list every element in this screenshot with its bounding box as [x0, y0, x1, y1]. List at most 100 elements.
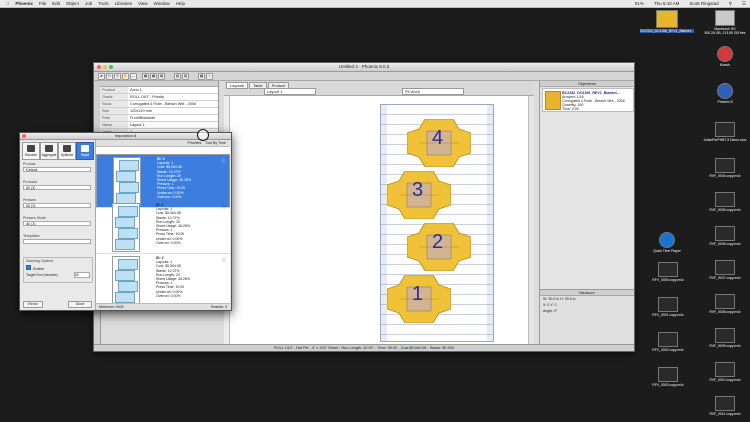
property-row[interactable]: Size 120x120 mm: [100, 108, 218, 115]
press-sheet[interactable]: 4 3 2 1: [380, 104, 494, 342]
desktop-app-phoenix[interactable]: Phoenix 8: [705, 83, 745, 104]
menu-view[interactable]: View: [138, 1, 148, 6]
main-window-titlebar[interactable]: Untitled 3 - Phoenix 8.0.3: [94, 63, 634, 72]
desktop-file-top[interactable]: BC2332_DC4156_REV1_Blanket...: [640, 10, 694, 33]
zoom-tool-icon[interactable]: ⚲: [114, 73, 121, 80]
enable-checkbox[interactable]: Enable: [24, 264, 92, 272]
mode-rapid-button[interactable]: Rapid: [76, 142, 94, 160]
desktop-video-file[interactable]: RVF_0007 copy.m4v: [704, 260, 746, 280]
menu-tools[interactable]: Tools: [98, 1, 109, 6]
layers-tool-icon[interactable]: ▤: [158, 73, 165, 80]
layout-piece[interactable]: 3: [386, 170, 452, 220]
property-value[interactable]: Front/Backside: [128, 115, 218, 121]
property-value[interactable]: Layout 1: [128, 122, 218, 128]
desktop-video-file[interactable]: RVF_0006 copy.m4v: [704, 226, 746, 246]
select-tool-icon[interactable]: ⬈: [98, 73, 105, 80]
tab-layouts[interactable]: Layouts: [226, 82, 249, 89]
align-tool-icon[interactable]: ▦: [142, 73, 149, 80]
desktop-app-munch[interactable]: Munch: [705, 46, 745, 67]
measure-row[interactable]: Angle: 0°: [540, 308, 634, 314]
info-icon[interactable]: ⓘ: [222, 204, 226, 210]
result-row[interactable]: ID: 2 Layouts: 1 Cost: $5,064.08 Waste: …: [96, 254, 230, 307]
desktop-video-file[interactable]: RFV_0002 copy.m4v: [648, 332, 688, 352]
desktop-video-file[interactable]: RVF_0005 copy.m4v: [704, 192, 746, 212]
target-run-input[interactable]: 60: [74, 272, 90, 278]
zoom-window-icon[interactable]: [109, 65, 113, 69]
measure-tool-icon[interactable]: ↔: [130, 73, 137, 80]
menu-edit[interactable]: Edit: [52, 1, 60, 6]
video-thumbnail-icon: [658, 262, 678, 277]
canvas-scrollbar[interactable]: [528, 96, 534, 344]
apple-icon[interactable]: : [6, 1, 9, 6]
layout-canvas[interactable]: 4 3 2 1: [224, 96, 534, 344]
desktop-video-file[interactable]: RVF_0010 copy.m4v: [704, 362, 746, 382]
menu-libraries[interactable]: Libraries: [115, 1, 132, 6]
property-row[interactable]: Path Front/Backside: [100, 115, 218, 122]
battery-status[interactable]: 91%: [635, 1, 644, 6]
mode-aggregate-button[interactable]: Aggregate: [40, 142, 58, 160]
property-row[interactable]: Grade ROLL OUT - Priority: [100, 94, 218, 101]
desktop-video-file[interactable]: RVF_0004 copy.m4v: [704, 158, 746, 178]
property-value[interactable]: 120x120 mm: [128, 108, 218, 114]
info-icon[interactable]: ⓘ: [221, 158, 225, 163]
menu-help[interactable]: Help: [176, 1, 185, 6]
layout-piece[interactable]: 2: [406, 222, 472, 272]
layout-piece[interactable]: 4: [406, 118, 472, 168]
layout-select[interactable]: Layout 1: [264, 88, 316, 95]
menu-window[interactable]: Window: [154, 1, 170, 6]
desktop-video-file[interactable]: RFV_0000 copy.m4v: [648, 262, 688, 282]
minimize-window-icon[interactable]: [103, 65, 107, 69]
menu-file[interactable]: File: [39, 1, 46, 6]
desktop-video-file[interactable]: RVF_0008 copy.m4v: [704, 294, 746, 314]
marks-tool-icon[interactable]: ▪: [206, 73, 213, 80]
property-value[interactable]: Zone 1: [128, 87, 218, 93]
search-icon[interactable]: ⚲: [729, 1, 732, 7]
desktop-video-file[interactable]: RVF_0011 copy.m4v: [704, 396, 746, 416]
objective-item[interactable]: BC2332_DC4156_REV1_Blanket... Arrayed: 1…: [542, 88, 634, 112]
video-thumbnail-icon: [658, 367, 678, 382]
rerun-button[interactable]: Rerun: [23, 301, 43, 308]
menu-list-icon[interactable]: ☰: [742, 1, 746, 7]
desktop-app-quicktime[interactable]: Quick Time Player: [645, 232, 689, 253]
close-window-icon[interactable]: [22, 134, 26, 138]
result-row[interactable]: ID: 1 Layouts: 1 Cost: $5,064.08 Waste: …: [96, 201, 230, 254]
priorities-select[interactable]: Priorities: [187, 141, 201, 145]
result-row[interactable]: ID: 3 Layouts: 1 Cost: $5,064.08 Waste: …: [96, 154, 230, 208]
info-icon[interactable]: ⓘ: [222, 257, 226, 263]
grid-tool-icon[interactable]: ▦: [150, 73, 157, 80]
menu-job[interactable]: Job: [85, 1, 92, 6]
nest-tool-icon[interactable]: ▩: [198, 73, 205, 80]
done-button[interactable]: Done: [68, 301, 92, 308]
thumb-piece: [118, 228, 138, 239]
result-info: ID: 1 Layouts: 1 Cost: $5,064.08 Waste: …: [156, 203, 190, 245]
product-select[interactable]: Default: [23, 167, 91, 172]
property-value[interactable]: ROLL OUT - Priority: [128, 94, 218, 100]
hand-tool-icon[interactable]: ✋: [122, 73, 129, 80]
rotate-tool-icon[interactable]: ↻: [106, 73, 113, 80]
desktop-video-file[interactable]: RFV_0003 copy.m4v: [648, 367, 688, 387]
templates-select[interactable]: [23, 239, 91, 244]
presses-select[interactable]: All (3): [23, 203, 91, 208]
desktop-drive[interactable]: Macintosh HD 500.28 GB, 213.59 GB free: [700, 10, 750, 35]
view-select[interactable]: Fit Work: [402, 88, 464, 95]
user-name[interactable]: Scott Ringstad: [689, 1, 718, 6]
property-row[interactable]: Name Layout 1: [100, 122, 218, 129]
sort-select[interactable]: Sort By Time: [205, 141, 226, 145]
layout-piece[interactable]: 1: [386, 274, 452, 324]
close-window-icon[interactable]: [97, 65, 101, 69]
desktop-video-file[interactable]: RVF_0009 copy.m4v: [704, 328, 746, 348]
property-value[interactable]: Corrugated 4 Flute - Bleach Wht - 200#: [128, 101, 218, 107]
clock[interactable]: Thu 6:43 AM: [654, 1, 680, 6]
mode-random-button[interactable]: Random: [22, 142, 40, 160]
desktop-video-file[interactable]: JulianFerPHB7.5 Demo.mov: [702, 122, 748, 142]
menu-object[interactable]: Object: [66, 1, 79, 6]
arrange-tool-icon[interactable]: ▧: [174, 73, 181, 80]
property-row[interactable]: Stock Corrugated 4 Flute - Bleach Wht - 2…: [100, 101, 218, 108]
property-row[interactable]: Product Zone 1: [100, 87, 218, 94]
desktop-video-file[interactable]: RFV_0001 copy.m4v: [648, 297, 688, 317]
mode-optimize-button[interactable]: Optimize: [58, 142, 76, 160]
products-select[interactable]: All (3): [23, 185, 91, 190]
menu-app-name[interactable]: Phoenix: [15, 1, 33, 6]
distribute-tool-icon[interactable]: ▨: [182, 73, 189, 80]
presses-mode-select[interactable]: All (3): [23, 221, 91, 226]
